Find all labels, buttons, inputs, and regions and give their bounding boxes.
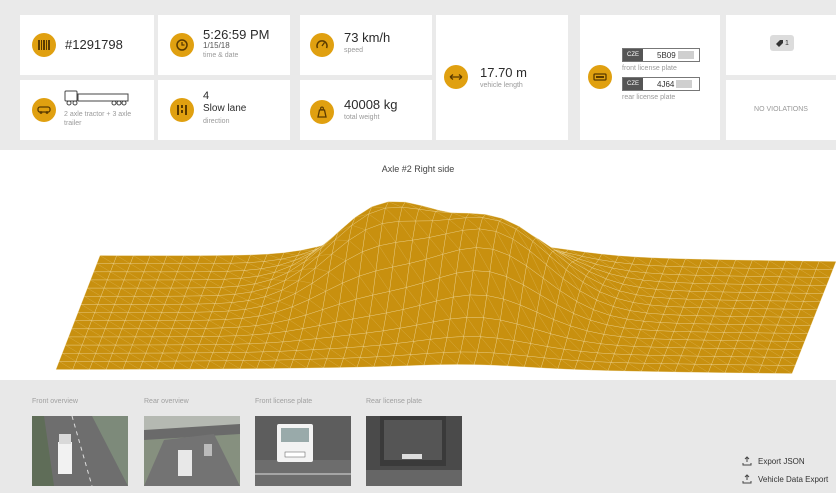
lane-number: 4 — [203, 90, 210, 102]
vehicle-info-panel: #1291798 5:26:59 PM 1/15/18 time & date … — [0, 0, 836, 150]
vehicle-length-label: vehicle length — [480, 82, 523, 89]
vehicle-data-export-button[interactable]: Vehicle Data Export — [742, 474, 828, 484]
rear-license-plate: CZE 4J64 — [622, 77, 700, 91]
vehicle-length-icon — [444, 65, 468, 89]
surface-mesh — [55, 201, 836, 374]
speed-value: 73 km/h — [344, 30, 391, 45]
lane-name: Slow lane — [203, 103, 247, 114]
vehicle-length-card: 17.70 m vehicle length — [436, 15, 568, 140]
lane-card: 4 Slow lane direction — [158, 80, 290, 140]
axle-config-icon — [32, 98, 56, 122]
thumb-rear-overview[interactable] — [144, 416, 240, 486]
export-json-label: Export JSON — [758, 456, 805, 466]
weight-card: 40008 kg total weight — [300, 80, 432, 140]
rear-plate-number: 4J64 — [657, 79, 675, 89]
violation-badge-card: 1 — [726, 15, 836, 75]
speed-label: speed — [344, 47, 364, 54]
rear-plate-label: rear license plate — [622, 94, 676, 101]
export-icon — [742, 456, 752, 466]
violations-status: NO VIOLATIONS — [754, 106, 808, 113]
truck-silhouette-icon — [64, 90, 129, 106]
images-panel: Front overview Rear overview Front licen… — [0, 380, 836, 493]
thumb-label-front-plate: Front license plate — [255, 398, 313, 405]
front-license-plate: CZE 5B09 — [622, 48, 700, 62]
vehicle-length-value: 17.70 m — [480, 65, 527, 80]
lane-label: direction — [203, 118, 230, 125]
thumb-front-license-plate[interactable] — [255, 416, 351, 486]
export-icon — [742, 474, 752, 484]
thumb-rear-license-plate[interactable] — [366, 416, 462, 486]
vehicle-class-card: 2 axle tractor + 3 axle trailer — [20, 80, 154, 140]
rear-plate-redaction — [676, 80, 693, 88]
export-json-button[interactable]: Export JSON — [742, 456, 805, 466]
barcode-icon — [32, 33, 56, 57]
thumb-label-rear-overview: Rear overview — [144, 398, 189, 405]
weight-icon — [310, 100, 334, 124]
surface-cell — [423, 352, 445, 366]
time-date-card: 5:26:59 PM 1/15/18 time & date — [158, 15, 290, 75]
weight-value: 40008 kg — [344, 97, 398, 112]
rear-plate-country: CZE — [623, 78, 643, 90]
time-value: 5:26:59 PM — [203, 27, 270, 42]
front-plate-number: 5B09 — [657, 50, 676, 60]
vehicle-id: #1291798 — [65, 37, 123, 52]
weight-label: total weight — [344, 114, 380, 121]
front-plate-country: CZE — [623, 49, 643, 61]
vehicle-data-export-label: Vehicle Data Export — [758, 474, 829, 484]
clock-icon — [170, 33, 194, 57]
vehicle-class-desc: 2 axle tractor + 3 axle trailer — [64, 111, 132, 127]
axle-surface-plot[interactable] — [0, 178, 836, 378]
front-plate-redaction — [677, 51, 694, 59]
violation-badge[interactable]: 1 — [770, 35, 794, 51]
lane-icon — [170, 98, 194, 122]
violations-status-card: NO VIOLATIONS — [726, 80, 836, 140]
surface-cell — [443, 336, 464, 353]
speed-card: 73 km/h speed — [300, 15, 432, 75]
thumb-label-rear-plate: Rear license plate — [366, 398, 423, 405]
violation-count: 1 — [785, 39, 789, 47]
date-value: 1/15/18 — [203, 41, 230, 50]
surface-title: Axle #2 Right side — [381, 164, 455, 174]
license-plate-icon — [588, 65, 612, 89]
time-date-label: time & date — [203, 52, 239, 59]
front-plate-label: front license plate — [622, 65, 677, 72]
vehicle-id-card: #1291798 — [20, 15, 154, 75]
thumb-front-overview[interactable] — [32, 416, 128, 486]
license-plates-card: CZE 5B09 front license plate CZE 4J64 re… — [580, 15, 720, 140]
thumb-label-front-overview: Front overview — [32, 398, 78, 405]
tag-icon — [776, 39, 784, 47]
speedometer-icon — [310, 33, 334, 57]
